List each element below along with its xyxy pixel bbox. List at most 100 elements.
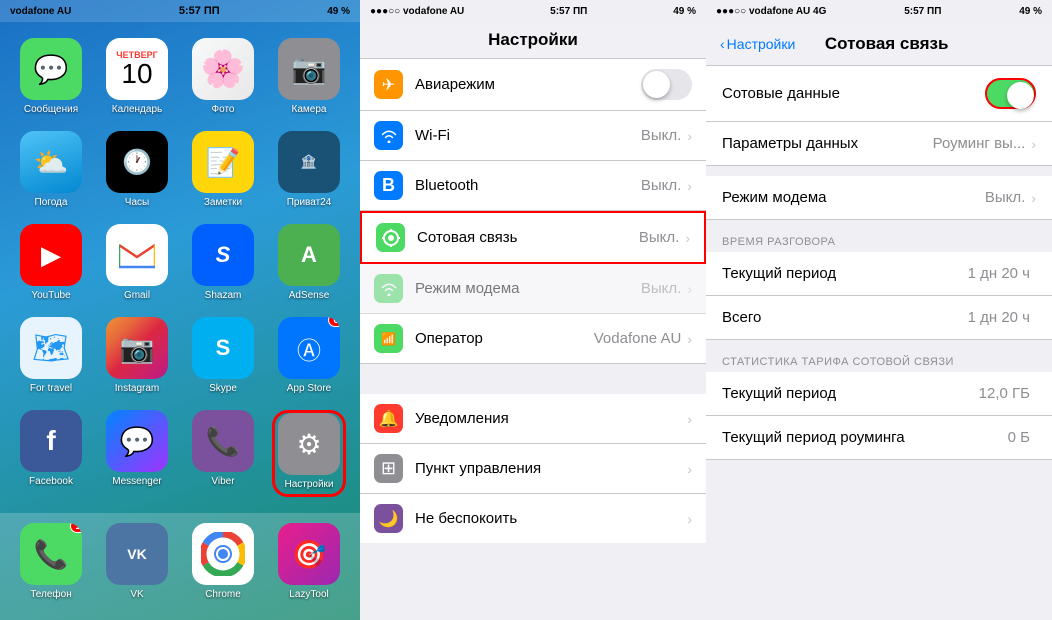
app-gmail[interactable]: Gmail: [100, 224, 174, 305]
app-photos[interactable]: 🌸 Фото: [186, 38, 260, 119]
modem-row[interactable]: Режим модема Выкл. ›: [706, 176, 1052, 220]
cellular-title: Сотовая связь: [795, 34, 978, 54]
phone3-cellular: ●●●○○ vodafone AU 4G 5:57 ПП 49 % ‹ Наст…: [706, 0, 1052, 620]
total-value: 1 дн 20 ч: [968, 309, 1030, 326]
chevron-cellular: ›: [685, 230, 690, 246]
dock-vk[interactable]: VK VK: [100, 523, 174, 600]
current-period-label: Текущий период: [722, 265, 968, 282]
dock-phone[interactable]: 📞 1 Телефон: [14, 523, 88, 600]
app-adsense[interactable]: A AdSense: [272, 224, 346, 305]
chevron-wifi: ›: [687, 128, 692, 144]
app-camera-label: Камера: [292, 104, 327, 115]
app-gmail-icon: [106, 224, 168, 286]
dock-vk-label: VK: [130, 589, 143, 600]
cellular-nav-bar: ‹ Настройки Сотовая связь: [706, 22, 1052, 66]
settings-label-dnd: Не беспокоить: [415, 510, 687, 527]
airplane-toggle[interactable]: [641, 69, 692, 100]
chevron-operator: ›: [687, 331, 692, 347]
settings-value-modem: Выкл.: [641, 280, 681, 297]
app-instagram[interactable]: 📷 Instagram: [100, 317, 174, 398]
app-travel-label: For travel: [30, 383, 72, 394]
app-weather[interactable]: ⛅ Погода: [14, 131, 88, 212]
app-skype[interactable]: S Skype: [186, 317, 260, 398]
chevron-data-params: ›: [1031, 136, 1036, 152]
app-privat24-label: Приват24: [287, 197, 332, 208]
app-privat24[interactable]: 🏦 Приват24: [272, 131, 346, 212]
settings-row-control[interactable]: ⊞ Пункт управления ›: [360, 444, 706, 494]
app-gmail-label: Gmail: [124, 290, 150, 301]
settings-row-wifi[interactable]: Wi-Fi Выкл. ›: [360, 111, 706, 161]
section-talk-header: ВРЕМЯ РАЗГОВОРА: [706, 230, 1052, 252]
app-settings-label: Настройки: [284, 479, 333, 490]
app-travel[interactable]: 🗺 For travel: [14, 317, 88, 398]
app-shazam[interactable]: S Shazam: [186, 224, 260, 305]
cellular-detail-list: Сотовые данные Параметры данных Роуминг …: [706, 66, 1052, 620]
dock-lazytool[interactable]: 🎯 LazyTool: [272, 523, 346, 600]
app-calendar[interactable]: четверг 10 Календарь: [100, 38, 174, 119]
phone1-time: 5:57 ПП: [179, 5, 220, 17]
app-facebook-label: Facebook: [29, 476, 73, 487]
settings-label-wifi: Wi-Fi: [415, 127, 641, 144]
sep-modem: [706, 166, 1052, 176]
app-youtube[interactable]: ▶ YouTube: [14, 224, 88, 305]
sep-talk: [706, 220, 1052, 230]
current-period-row: Текущий период 1 дн 20 ч: [706, 252, 1052, 296]
settings-label-bluetooth: Bluetooth: [415, 177, 641, 194]
app-calendar-label: Календарь: [112, 104, 162, 115]
app-settings[interactable]: ⚙ Настройки: [272, 410, 346, 497]
app-appstore[interactable]: Ⓐ 6 App Store: [272, 317, 346, 398]
settings-row-operator[interactable]: 📶 Оператор Vodafone AU ›: [360, 314, 706, 364]
app-instagram-label: Instagram: [115, 383, 159, 394]
phone2-settings: ●●●○○ vodafone AU 5:57 ПП 49 % Настройки…: [360, 0, 706, 620]
settings-row-cellular[interactable]: Сотовая связь Выкл. ›: [360, 211, 706, 264]
app-photos-icon: 🌸: [192, 38, 254, 100]
app-messenger-label: Messenger: [112, 476, 161, 487]
dock-chrome[interactable]: Chrome: [186, 523, 260, 600]
app-notes[interactable]: 📝 Заметки: [186, 131, 260, 212]
phone3-battery: 49 %: [1019, 6, 1042, 17]
chevron-bluetooth: ›: [687, 178, 692, 194]
settings-icon-cellular: [376, 223, 405, 252]
stats-roaming-label: Текущий период роуминга: [722, 429, 1008, 446]
app-photos-label: Фото: [212, 104, 235, 115]
app-facebook[interactable]: f Facebook: [14, 410, 88, 497]
app-adsense-label: AdSense: [289, 290, 330, 301]
settings-row-notifications[interactable]: 🔔 Уведомления ›: [360, 394, 706, 444]
phone-badge: 1: [70, 523, 82, 533]
settings-label-cellular: Сотовая связь: [417, 229, 639, 246]
settings-row-bluetooth[interactable]: B Bluetooth Выкл. ›: [360, 161, 706, 211]
app-camera[interactable]: 📷 Камера: [272, 38, 346, 119]
appstore-badge: 6: [328, 317, 340, 327]
app-instagram-icon: 📷: [106, 317, 168, 379]
app-facebook-icon: f: [20, 410, 82, 472]
settings-value-wifi: Выкл.: [641, 127, 681, 144]
app-adsense-icon: A: [278, 224, 340, 286]
cellular-data-toggle[interactable]: [985, 78, 1036, 109]
modem-label: Режим модема: [722, 189, 985, 206]
settings-label-airplane: Авиарежим: [415, 76, 641, 93]
app-messenger[interactable]: 💬 Messenger: [100, 410, 174, 497]
settings-row-dnd[interactable]: 🌙 Не беспокоить ›: [360, 494, 706, 543]
phone2-status-bar: ●●●○○ vodafone AU 5:57 ПП 49 %: [360, 0, 706, 22]
app-viber[interactable]: 📞 Viber: [186, 410, 260, 497]
app-messages[interactable]: 💬 Сообщения: [14, 38, 88, 119]
app-clock[interactable]: 🕐 Часы: [100, 131, 174, 212]
settings-value-operator: Vodafone AU: [594, 330, 682, 347]
back-button[interactable]: ‹ Настройки: [720, 36, 795, 52]
settings-list: ✈ Авиарежим Wi-Fi Выкл. › B Bluetooth Вы…: [360, 59, 706, 620]
data-params-row[interactable]: Параметры данных Роуминг вы... ›: [706, 122, 1052, 166]
back-chevron-icon: ‹: [720, 36, 725, 52]
app-travel-icon: 🗺: [20, 317, 82, 379]
battery-level: 49 %: [327, 6, 350, 17]
settings-row-airplane[interactable]: ✈ Авиарежим: [360, 59, 706, 111]
chevron-control: ›: [687, 461, 692, 477]
dock: 📞 1 Телефон VK VK: [0, 513, 360, 620]
dock-phone-icon: 📞 1: [20, 523, 82, 585]
settings-row-modem[interactable]: Режим модема Выкл. ›: [360, 264, 706, 314]
cellular-data-row[interactable]: Сотовые данные: [706, 66, 1052, 122]
stats-roaming-value: 0 Б: [1008, 429, 1030, 446]
app-appstore-icon: Ⓐ 6: [278, 317, 340, 379]
settings-icon-bluetooth: B: [374, 171, 403, 200]
settings-icon-airplane: ✈: [374, 70, 403, 99]
phone3-status-bar: ●●●○○ vodafone AU 4G 5:57 ПП 49 %: [706, 0, 1052, 22]
